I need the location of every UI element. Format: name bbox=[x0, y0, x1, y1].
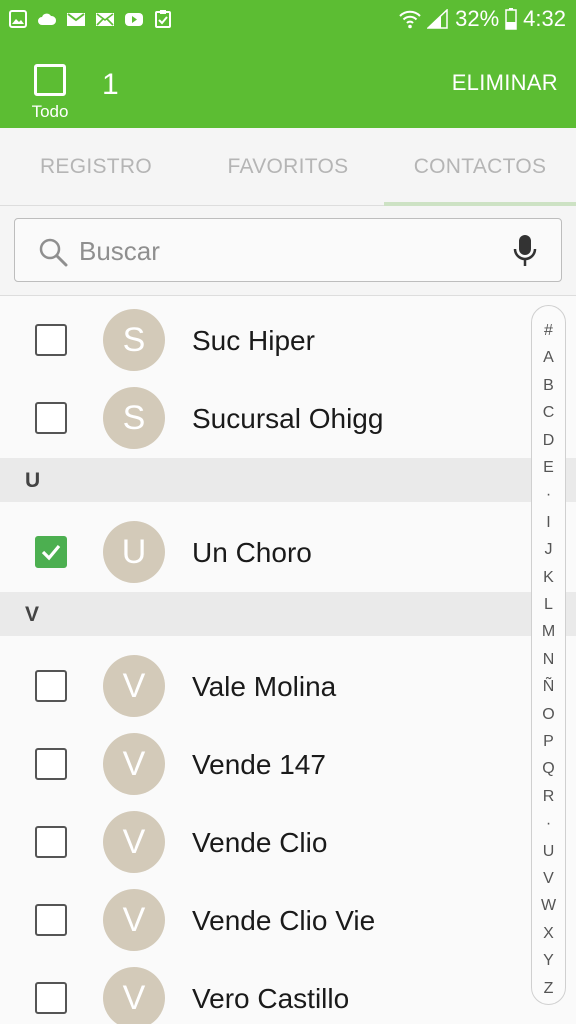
search-icon bbox=[39, 238, 68, 267]
tab-contactos[interactable]: CONTACTOS bbox=[384, 128, 576, 206]
section-letter: U bbox=[25, 469, 41, 492]
contact-checkbox[interactable] bbox=[35, 826, 67, 858]
index-letter[interactable]: P bbox=[532, 733, 565, 751]
index-letter[interactable]: C bbox=[532, 404, 565, 422]
index-letter[interactable]: V bbox=[532, 870, 565, 888]
contact-avatar: V bbox=[103, 889, 165, 951]
select-all-toggle[interactable]: Todo bbox=[20, 64, 80, 122]
contact-checkbox[interactable] bbox=[35, 904, 67, 936]
selection-action-bar: Todo 1 ELIMINAR bbox=[0, 40, 576, 128]
contact-row[interactable]: S Sucursal Ohigg bbox=[0, 380, 576, 458]
contact-name: Sucursal Ohigg bbox=[192, 403, 384, 434]
gmail-icon bbox=[67, 13, 85, 26]
index-letter[interactable]: # bbox=[532, 322, 565, 340]
contact-name: Vero Castillo bbox=[192, 983, 350, 1014]
contact-row[interactable]: V Vende 147 bbox=[0, 726, 576, 804]
contact-checkbox-checked[interactable] bbox=[35, 536, 67, 568]
index-letter[interactable]: I bbox=[532, 514, 565, 532]
index-letter[interactable]: Z bbox=[532, 980, 565, 998]
search-placeholder: Buscar bbox=[79, 236, 160, 266]
index-letter[interactable]: X bbox=[532, 925, 565, 943]
contact-checkbox[interactable] bbox=[35, 670, 67, 702]
index-letter[interactable]: B bbox=[532, 377, 565, 395]
alphabet-index-scrollbar[interactable]: # A B C D E · I J K L M N Ñ O P Q R · U V W X Y Z bbox=[531, 305, 566, 1005]
contact-avatar: V bbox=[103, 967, 165, 1024]
contact-checkbox[interactable] bbox=[35, 748, 67, 780]
contact-avatar: V bbox=[103, 811, 165, 873]
index-letter[interactable]: Q bbox=[532, 760, 565, 778]
index-letter[interactable]: K bbox=[532, 569, 565, 587]
contact-checkbox[interactable] bbox=[35, 402, 67, 434]
contact-row[interactable]: V Vende Clio bbox=[0, 804, 576, 882]
contact-name: Suc Hiper bbox=[192, 325, 315, 356]
contact-row[interactable]: V Vale Molina bbox=[0, 648, 576, 726]
index-letter[interactable]: J bbox=[532, 541, 565, 559]
tab-bar: REGISTRO FAVORITOS CONTACTOS bbox=[0, 128, 576, 206]
index-letter[interactable]: R bbox=[532, 788, 565, 806]
contact-row[interactable]: V Vero Castillo bbox=[0, 960, 576, 1024]
index-letter[interactable]: W bbox=[532, 897, 565, 915]
index-letter[interactable]: M bbox=[532, 623, 565, 641]
selected-count: 1 bbox=[102, 68, 119, 101]
select-all-checkbox[interactable] bbox=[34, 64, 66, 96]
index-letter[interactable]: E bbox=[532, 459, 565, 477]
cloud-icon bbox=[38, 13, 57, 25]
section-header: V bbox=[0, 592, 576, 636]
contact-row[interactable]: V Vende Clio Vie bbox=[0, 882, 576, 960]
contact-avatar: S bbox=[103, 387, 165, 449]
index-letter[interactable]: Ñ bbox=[532, 678, 565, 696]
microphone-icon[interactable] bbox=[513, 234, 537, 268]
contact-name: Vende Clio bbox=[192, 827, 328, 858]
index-letter[interactable]: L bbox=[532, 596, 565, 614]
contact-avatar: V bbox=[103, 655, 165, 717]
tab-registro[interactable]: REGISTRO bbox=[0, 128, 192, 205]
index-letter[interactable]: · bbox=[532, 815, 565, 833]
section-header: U bbox=[0, 458, 576, 502]
index-letter[interactable]: D bbox=[532, 432, 565, 450]
contact-row[interactable]: S Suc Hiper bbox=[0, 302, 576, 380]
battery-icon bbox=[505, 8, 517, 30]
index-letter[interactable]: Y bbox=[532, 952, 565, 970]
tab-favoritos[interactable]: FAVORITOS bbox=[192, 128, 384, 205]
index-letter[interactable]: O bbox=[532, 706, 565, 724]
status-indicators: 32% 4:32 bbox=[399, 6, 566, 32]
signal-icon bbox=[427, 9, 448, 29]
contact-row[interactable]: U Un Choro bbox=[0, 514, 576, 592]
contact-checkbox[interactable] bbox=[35, 982, 67, 1014]
contact-checkbox[interactable] bbox=[35, 324, 67, 356]
clipboard-check-icon bbox=[155, 10, 171, 28]
contact-avatar: U bbox=[103, 521, 165, 583]
select-all-label: Todo bbox=[31, 102, 69, 121]
contact-name: Un Choro bbox=[192, 537, 312, 568]
image-icon bbox=[9, 10, 27, 28]
contact-avatar: V bbox=[103, 733, 165, 795]
mail-icon bbox=[96, 13, 114, 26]
clock: 4:32 bbox=[523, 6, 566, 31]
checkmark-icon bbox=[41, 544, 61, 561]
contact-name: Vale Molina bbox=[192, 671, 337, 702]
contact-name: Vende Clio Vie bbox=[192, 905, 376, 936]
section-letter: V bbox=[25, 603, 40, 626]
status-bar: 32% 4:32 bbox=[0, 0, 576, 40]
search-input[interactable]: Buscar bbox=[14, 218, 562, 282]
wifi-icon bbox=[399, 10, 421, 29]
index-letter[interactable]: N bbox=[532, 651, 565, 669]
index-letter[interactable]: A bbox=[532, 349, 565, 367]
contact-avatar: S bbox=[103, 309, 165, 371]
search-area: Buscar bbox=[0, 206, 576, 296]
contact-list: S Suc Hiper S Sucursal Ohigg U U Un Choro V V Val… bbox=[0, 296, 576, 1024]
youtube-icon bbox=[125, 13, 143, 26]
battery-percent: 32% bbox=[455, 6, 500, 31]
delete-button[interactable]: ELIMINAR bbox=[452, 70, 558, 96]
index-letter[interactable]: · bbox=[532, 486, 565, 504]
notification-icons bbox=[8, 9, 173, 29]
index-letter[interactable]: U bbox=[532, 843, 565, 861]
contact-name: Vende 147 bbox=[192, 749, 326, 780]
